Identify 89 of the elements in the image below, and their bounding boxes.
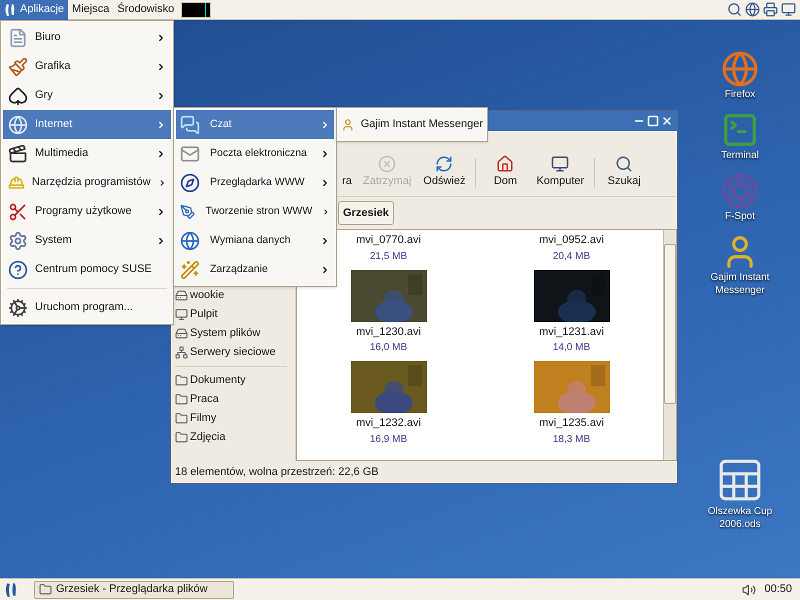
menu-item[interactable]: Uruchom program... xyxy=(3,293,171,322)
menu-item[interactable]: Centrum pomocy SUSE xyxy=(3,255,171,284)
drive-icon xyxy=(175,289,188,302)
magic-wand-icon xyxy=(180,260,200,280)
menu-item[interactable]: Narzędzia programistów xyxy=(3,168,171,197)
taskbar-button[interactable]: Grzesiek - Przeglądarka plików xyxy=(34,580,234,598)
file-size: 14,0 MB xyxy=(552,341,590,355)
drive-icon xyxy=(175,327,188,340)
toolbar-button[interactable]: ra xyxy=(337,155,357,190)
file-name[interactable]: mvi_0770.avi xyxy=(356,232,421,248)
menu-item[interactable]: Internet xyxy=(3,110,171,139)
maximize-icon[interactable] xyxy=(647,115,659,127)
file-name[interactable]: mvi_1232.avi xyxy=(356,415,421,432)
menu-item[interactable]: System xyxy=(3,226,171,255)
clapperboard-icon xyxy=(8,144,28,164)
folder-icon xyxy=(175,393,188,406)
menu-item[interactable]: Multimedia xyxy=(3,139,171,168)
desktop-icon-label[interactable]: Olszewka Cup 2006.ods xyxy=(705,505,775,531)
status-text: 18 elementów, wolna przestrzeń: 22,6 GB xyxy=(175,464,379,480)
computer-icon[interactable] xyxy=(781,2,796,17)
document-icon xyxy=(8,28,28,48)
volume-icon[interactable] xyxy=(742,582,756,596)
sidebar-item[interactable]: Zdjęcia xyxy=(190,429,226,446)
folder-icon xyxy=(175,374,188,387)
printer-icon[interactable] xyxy=(763,2,778,17)
menu-item[interactable]: Programy użytkowe xyxy=(3,197,171,226)
gears-icon xyxy=(8,298,28,318)
path-button[interactable]: Grzesiek xyxy=(338,201,394,225)
toolbar-button[interactable]: Odśwież xyxy=(417,155,472,190)
file-size: 18,3 MB xyxy=(552,432,590,446)
stop-icon xyxy=(378,155,396,174)
sidebar-item[interactable]: Serwery sieciowe xyxy=(190,344,276,361)
chat-bubble-icon xyxy=(180,114,200,134)
menu-item[interactable]: Gry xyxy=(3,81,171,110)
menu-item[interactable]: Przeglądarka WWW xyxy=(176,168,334,197)
menu-item[interactable]: Wymiana danych xyxy=(176,226,334,255)
toolbar-button[interactable]: Dom xyxy=(480,155,530,190)
file-name[interactable]: mvi_1230.avi xyxy=(356,324,421,340)
computer-icon xyxy=(551,155,570,174)
globe-icon[interactable] xyxy=(745,2,760,17)
desktop-icon-label[interactable]: Terminal xyxy=(695,149,785,162)
file-size: 16,9 MB xyxy=(370,432,408,446)
file-size: 20,4 MB xyxy=(552,250,590,264)
compass-icon xyxy=(180,172,200,192)
search-icon[interactable] xyxy=(727,2,742,17)
search-icon xyxy=(615,155,634,174)
clock[interactable]: 00:50 xyxy=(764,581,792,598)
file-name[interactable]: mvi_0952.avi xyxy=(539,232,604,248)
globe-icon xyxy=(180,230,200,250)
toolbar-button[interactable]: Szukaj xyxy=(599,155,650,190)
sidebar-item[interactable]: Filmy xyxy=(190,410,216,427)
home-icon xyxy=(496,155,514,174)
desktop-icon xyxy=(175,308,188,321)
menu-item[interactable]: Czat xyxy=(176,110,334,139)
sidebar-item[interactable]: wookie xyxy=(190,287,224,304)
menu-item[interactable]: Biuro xyxy=(3,23,171,52)
help-icon xyxy=(8,260,28,280)
menu-item[interactable]: Gajim Instant Messenger xyxy=(337,110,487,139)
folder-icon xyxy=(39,583,52,596)
envelope-icon xyxy=(180,144,200,164)
sidebar-item[interactable]: Praca xyxy=(190,391,219,408)
paintbrush-icon xyxy=(8,56,28,76)
settings-icon xyxy=(8,230,28,250)
desktop-icon-label[interactable]: Firefox xyxy=(695,88,785,101)
globe-icon xyxy=(8,114,28,134)
file-size: 16,0 MB xyxy=(370,341,408,355)
sidebar-item[interactable]: System plików xyxy=(190,325,260,342)
scrollbar[interactable] xyxy=(663,230,676,460)
refresh-icon xyxy=(435,155,454,174)
folder-icon xyxy=(175,431,188,444)
folder-icon xyxy=(175,412,188,425)
file-name[interactable]: mvi_1231.avi xyxy=(539,324,604,340)
panel-menu[interactable]: Aplikacje xyxy=(0,0,68,20)
desktop-icon-label[interactable]: F-Spot xyxy=(695,210,785,223)
panel-menu[interactable]: Miejsca xyxy=(68,0,114,20)
sidebar-item[interactable]: Dokumenty xyxy=(190,372,246,389)
file-name[interactable]: mvi_1235.avi xyxy=(539,415,604,432)
file-size: 21,5 MB xyxy=(370,250,408,264)
close-icon[interactable] xyxy=(661,115,673,127)
menu-item[interactable]: Tworzenie stron WWW xyxy=(176,197,334,226)
scissors-icon xyxy=(8,202,28,222)
menu-item[interactable]: Grafika xyxy=(3,52,171,81)
desktop-icon-label[interactable]: Gajim Instant Messenger xyxy=(695,271,785,297)
menu-item[interactable]: Poczta elektroniczna xyxy=(176,139,334,168)
toolbar-button[interactable]: Komputer xyxy=(530,155,590,190)
network-icon xyxy=(175,346,188,359)
menu-item[interactable]: Zarządzanie xyxy=(176,255,334,284)
panel-menu[interactable]: Środowisko xyxy=(113,0,178,20)
sidebar-item[interactable]: Pulpit xyxy=(190,306,218,323)
